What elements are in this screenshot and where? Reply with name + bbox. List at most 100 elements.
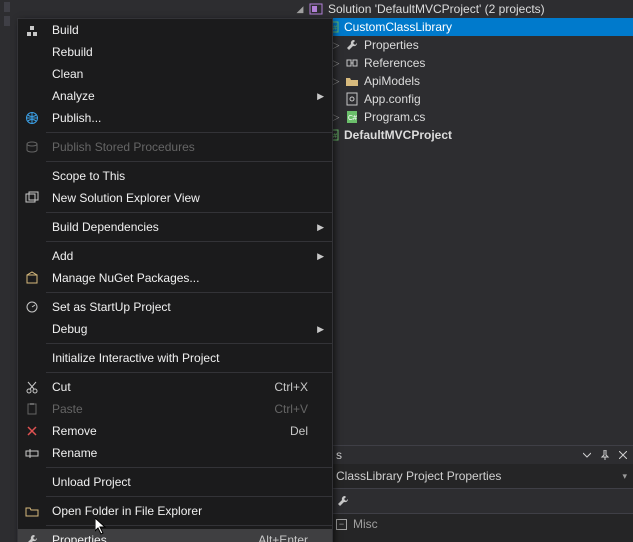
nuget-icon bbox=[18, 271, 46, 285]
tree-item-label: CustomClassLibrary bbox=[344, 18, 452, 36]
menu-item-label: Build Dependencies bbox=[46, 220, 332, 234]
properties-toolbar bbox=[330, 488, 633, 514]
pubsp-icon bbox=[18, 140, 46, 154]
menu-item-publish[interactable]: Publish... bbox=[18, 107, 332, 129]
menu-item-label: Clean bbox=[46, 67, 332, 81]
tree-item-customclasslibrary[interactable]: ◢C#CustomClassLibrary bbox=[292, 18, 633, 36]
tree-item-references[interactable]: ▷References bbox=[292, 54, 633, 72]
tree-item-label: Program.cs bbox=[364, 108, 425, 126]
menu-item-shortcut: Del bbox=[290, 424, 332, 438]
properties-pane: s ClassLibrary Project Properties ▾ − Mi… bbox=[330, 445, 633, 542]
menu-item-label: Rename bbox=[46, 446, 332, 460]
dropdown-icon[interactable]: ▾ bbox=[622, 471, 627, 482]
svg-text:C#: C# bbox=[348, 115, 357, 122]
solution-icon bbox=[308, 1, 324, 17]
paste-icon bbox=[18, 402, 46, 416]
menu-item-label: Set as StartUp Project bbox=[46, 300, 332, 314]
menu-item-clean[interactable]: Clean bbox=[18, 63, 332, 85]
wrench-icon bbox=[18, 533, 46, 542]
close-icon[interactable] bbox=[617, 449, 629, 461]
properties-subject-label: ClassLibrary Project Properties bbox=[336, 469, 622, 483]
tree-item-label: ApiModels bbox=[364, 72, 420, 90]
menu-item-label: Publish... bbox=[46, 111, 332, 125]
menu-separator bbox=[46, 241, 332, 242]
cs-icon: C# bbox=[344, 109, 360, 125]
menu-item-label: Publish Stored Procedures bbox=[46, 140, 332, 154]
wrench-icon bbox=[344, 37, 360, 53]
properties-pane-header: s bbox=[330, 446, 633, 464]
menu-item-rebuild[interactable]: Rebuild bbox=[18, 41, 332, 63]
submenu-arrow-icon: ▶ bbox=[317, 91, 324, 102]
menu-item-cut[interactable]: CutCtrl+X bbox=[18, 376, 332, 398]
menu-item-shortcut: Ctrl+V bbox=[274, 402, 332, 416]
expander-icon[interactable]: ◢ bbox=[292, 0, 308, 18]
menu-item-set-as-startup-project[interactable]: Set as StartUp Project bbox=[18, 296, 332, 318]
menu-separator bbox=[46, 496, 332, 497]
menu-item-label: Unload Project bbox=[46, 475, 332, 489]
tree-item-properties[interactable]: ▷Properties bbox=[292, 36, 633, 54]
menu-item-remove[interactable]: RemoveDel bbox=[18, 420, 332, 442]
properties-subject[interactable]: ClassLibrary Project Properties ▾ bbox=[330, 464, 633, 488]
menu-item-label: Cut bbox=[46, 380, 274, 394]
menu-item-build-dependencies[interactable]: Build Dependencies▶ bbox=[18, 216, 332, 238]
menu-item-new-solution-explorer-view[interactable]: New Solution Explorer View bbox=[18, 187, 332, 209]
menu-item-unload-project[interactable]: Unload Project bbox=[18, 471, 332, 493]
menu-item-label: Rebuild bbox=[46, 45, 332, 59]
menu-separator bbox=[46, 525, 332, 526]
menu-item-analyze[interactable]: Analyze▶ bbox=[18, 85, 332, 107]
properties-group-label: Misc bbox=[353, 517, 378, 531]
pin-icon[interactable] bbox=[599, 449, 611, 461]
menu-item-label: Paste bbox=[46, 402, 274, 416]
cut-icon bbox=[18, 380, 46, 394]
tree-item-app-config[interactable]: App.config bbox=[292, 90, 633, 108]
submenu-arrow-icon: ▶ bbox=[317, 324, 324, 335]
menu-item-initialize-interactive-with-project[interactable]: Initialize Interactive with Project bbox=[18, 347, 332, 369]
tree-item-label: App.config bbox=[364, 90, 421, 108]
properties-pane-header-label: s bbox=[334, 448, 575, 462]
menu-item-publish-stored-procedures: Publish Stored Procedures bbox=[18, 136, 332, 158]
menu-separator bbox=[46, 467, 332, 468]
menu-item-label: Remove bbox=[46, 424, 290, 438]
wrench-icon[interactable] bbox=[336, 494, 350, 508]
solution-explorer-tree[interactable]: ◢ Solution 'DefaultMVCProject' (2 projec… bbox=[292, 0, 633, 170]
menu-item-label: Initialize Interactive with Project bbox=[46, 351, 332, 365]
solution-root[interactable]: ◢ Solution 'DefaultMVCProject' (2 projec… bbox=[292, 0, 633, 18]
solution-label: Solution 'DefaultMVCProject' (2 projects… bbox=[328, 0, 545, 18]
menu-item-add[interactable]: Add▶ bbox=[18, 245, 332, 267]
tree-item-defaultmvcproject[interactable]: ▷C#DefaultMVCProject bbox=[292, 126, 633, 144]
tree-item-apimodels[interactable]: ▷ApiModels bbox=[292, 72, 633, 90]
app-root: { "solution": { "header": "Solution 'Def… bbox=[0, 0, 633, 542]
dropdown-icon[interactable] bbox=[581, 449, 593, 461]
menu-item-label: Properties bbox=[46, 533, 258, 542]
menu-item-properties[interactable]: PropertiesAlt+Enter bbox=[18, 529, 332, 542]
menu-separator bbox=[46, 372, 332, 373]
menu-separator bbox=[46, 132, 332, 133]
tree-item-label: DefaultMVCProject bbox=[344, 126, 452, 144]
menu-item-shortcut: Alt+Enter bbox=[258, 533, 332, 542]
menu-item-paste: PasteCtrl+V bbox=[18, 398, 332, 420]
menu-item-label: Manage NuGet Packages... bbox=[46, 271, 332, 285]
menu-separator bbox=[46, 343, 332, 344]
publish-icon bbox=[18, 111, 46, 125]
project-context-menu[interactable]: BuildRebuildCleanAnalyze▶Publish...Publi… bbox=[17, 18, 333, 542]
submenu-arrow-icon: ▶ bbox=[317, 222, 324, 233]
properties-group-row[interactable]: − Misc bbox=[330, 514, 633, 534]
tree-item-label: Properties bbox=[364, 36, 419, 54]
config-icon bbox=[344, 91, 360, 107]
menu-item-label: Debug bbox=[46, 322, 332, 336]
tree-item-program-cs[interactable]: ▷C#Program.cs bbox=[292, 108, 633, 126]
menu-item-manage-nuget-packages[interactable]: Manage NuGet Packages... bbox=[18, 267, 332, 289]
menu-item-open-folder-in-file-explorer[interactable]: Open Folder in File Explorer bbox=[18, 500, 332, 522]
menu-item-label: Build bbox=[46, 23, 332, 37]
menu-item-build[interactable]: Build bbox=[18, 19, 332, 41]
tree-item-label: References bbox=[364, 54, 425, 72]
menu-item-label: Scope to This bbox=[46, 169, 332, 183]
startup-icon bbox=[18, 300, 46, 314]
collapse-icon[interactable]: − bbox=[336, 519, 347, 530]
menu-item-label: Add bbox=[46, 249, 332, 263]
left-tool-rail bbox=[0, 0, 14, 542]
menu-item-label: Analyze bbox=[46, 89, 332, 103]
menu-item-scope-to-this[interactable]: Scope to This bbox=[18, 165, 332, 187]
menu-item-debug[interactable]: Debug▶ bbox=[18, 318, 332, 340]
menu-item-rename[interactable]: Rename bbox=[18, 442, 332, 464]
